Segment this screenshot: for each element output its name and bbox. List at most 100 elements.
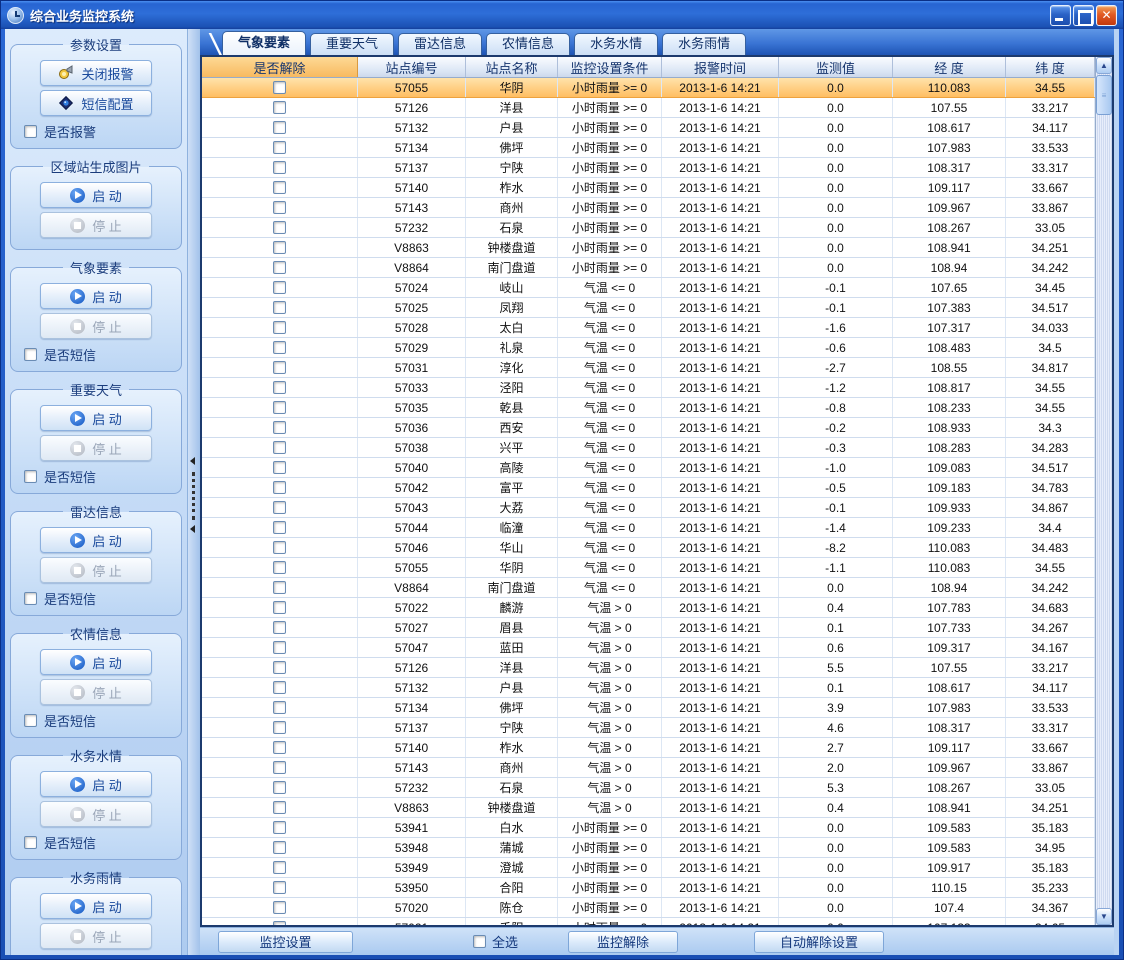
- sms-config-button[interactable]: 短信配置: [40, 90, 152, 116]
- table-row[interactable]: 57029礼泉气温 <= 02013-1-6 14:21-0.6108.4833…: [202, 338, 1095, 358]
- table-row[interactable]: 57143商州气温 > 02013-1-6 14:212.0109.96733.…: [202, 758, 1095, 778]
- column-header[interactable]: 是否解除: [202, 57, 358, 77]
- sidebar-checkbox[interactable]: [24, 836, 37, 849]
- scroll-up-icon[interactable]: ▲: [1096, 57, 1112, 74]
- row-checkbox[interactable]: [273, 141, 286, 154]
- row-checkbox[interactable]: [273, 121, 286, 134]
- tab-4[interactable]: 农情信息: [486, 33, 570, 55]
- table-row[interactable]: 57027眉县气温 > 02013-1-6 14:210.1107.73334.…: [202, 618, 1095, 638]
- table-row[interactable]: V8864南门盘道小时雨量 >= 02013-1-6 14:210.0108.9…: [202, 258, 1095, 278]
- table-row[interactable]: 57132户县气温 > 02013-1-6 14:210.1108.61734.…: [202, 678, 1095, 698]
- sidebar-checkbox[interactable]: [24, 714, 37, 727]
- table-row[interactable]: 57044临潼气温 <= 02013-1-6 14:21-1.4109.2333…: [202, 518, 1095, 538]
- table-row[interactable]: 57126洋县小时雨量 >= 02013-1-6 14:210.0107.553…: [202, 98, 1095, 118]
- start-button[interactable]: 启 动: [40, 771, 152, 797]
- table-row[interactable]: 57047蓝田气温 > 02013-1-6 14:210.6109.31734.…: [202, 638, 1095, 658]
- table-row[interactable]: 53950合阳小时雨量 >= 02013-1-6 14:210.0110.153…: [202, 878, 1095, 898]
- table-row[interactable]: 57126洋县气温 > 02013-1-6 14:215.5107.5533.2…: [202, 658, 1095, 678]
- column-header[interactable]: 监测值: [779, 57, 893, 77]
- sidebar-checkbox[interactable]: [24, 348, 37, 361]
- row-checkbox[interactable]: [273, 921, 286, 925]
- select-all-checkbox[interactable]: [473, 935, 486, 948]
- sidebar-checkbox[interactable]: [24, 592, 37, 605]
- row-checkbox[interactable]: [273, 521, 286, 534]
- table-row[interactable]: 57022麟游气温 > 02013-1-6 14:210.4107.78334.…: [202, 598, 1095, 618]
- row-checkbox[interactable]: [273, 601, 286, 614]
- row-checkbox[interactable]: [273, 621, 286, 634]
- table-row[interactable]: 57055华阴小时雨量 >= 02013-1-6 14:210.0110.083…: [202, 78, 1095, 98]
- vertical-scrollbar[interactable]: ▲ ≡ ▼: [1095, 57, 1112, 925]
- row-checkbox[interactable]: [273, 161, 286, 174]
- table-row[interactable]: 57031淳化气温 <= 02013-1-6 14:21-2.7108.5534…: [202, 358, 1095, 378]
- row-checkbox[interactable]: [273, 761, 286, 774]
- row-checkbox[interactable]: [273, 361, 286, 374]
- row-checkbox[interactable]: [273, 581, 286, 594]
- stop-button[interactable]: 停 止: [40, 679, 152, 705]
- sidebar-checkbox[interactable]: [24, 125, 37, 138]
- table-row[interactable]: 57134佛坪气温 > 02013-1-6 14:213.9107.98333.…: [202, 698, 1095, 718]
- row-checkbox[interactable]: [273, 841, 286, 854]
- table-row[interactable]: 57020陈仓小时雨量 >= 02013-1-6 14:210.0107.434…: [202, 898, 1095, 918]
- table-row[interactable]: 57038兴平气温 <= 02013-1-6 14:21-0.3108.2833…: [202, 438, 1095, 458]
- table-row[interactable]: V8863钟楼盘道小时雨量 >= 02013-1-6 14:210.0108.9…: [202, 238, 1095, 258]
- row-checkbox[interactable]: [273, 481, 286, 494]
- table-row[interactable]: 57043大荔气温 <= 02013-1-6 14:21-0.1109.9333…: [202, 498, 1095, 518]
- table-row[interactable]: 57134佛坪小时雨量 >= 02013-1-6 14:210.0107.983…: [202, 138, 1095, 158]
- scrollbar-thumb[interactable]: ≡: [1096, 75, 1112, 115]
- row-checkbox[interactable]: [273, 501, 286, 514]
- table-row[interactable]: V8863钟楼盘道气温 > 02013-1-6 14:210.4108.9413…: [202, 798, 1095, 818]
- table-row[interactable]: 57137宁陕气温 > 02013-1-6 14:214.6108.31733.…: [202, 718, 1095, 738]
- table-row[interactable]: 57025凤翔气温 <= 02013-1-6 14:21-0.1107.3833…: [202, 298, 1095, 318]
- row-checkbox[interactable]: [273, 741, 286, 754]
- column-header[interactable]: 监控设置条件: [558, 57, 662, 77]
- row-checkbox[interactable]: [273, 381, 286, 394]
- column-header[interactable]: 经 度: [893, 57, 1006, 77]
- row-checkbox[interactable]: [273, 101, 286, 114]
- column-header[interactable]: 站点名称: [466, 57, 558, 77]
- row-checkbox[interactable]: [273, 201, 286, 214]
- table-row[interactable]: 57046华山气温 <= 02013-1-6 14:21-8.2110.0833…: [202, 538, 1095, 558]
- table-row[interactable]: 57036西安气温 <= 02013-1-6 14:21-0.2108.9333…: [202, 418, 1095, 438]
- table-row[interactable]: 57042富平气温 <= 02013-1-6 14:21-0.5109.1833…: [202, 478, 1095, 498]
- stop-button[interactable]: 停 止: [40, 923, 152, 949]
- table-row[interactable]: 53949澄城小时雨量 >= 02013-1-6 14:210.0109.917…: [202, 858, 1095, 878]
- start-button[interactable]: 启 动: [40, 283, 152, 309]
- sidebar-checkbox[interactable]: [24, 470, 37, 483]
- close-button[interactable]: [1096, 5, 1117, 26]
- stop-button[interactable]: 停 止: [40, 212, 152, 238]
- monitor-set-button[interactable]: 监控设置: [218, 931, 353, 953]
- start-button[interactable]: 启 动: [40, 405, 152, 431]
- row-checkbox[interactable]: [273, 341, 286, 354]
- row-checkbox[interactable]: [273, 801, 286, 814]
- stop-button[interactable]: 停 止: [40, 313, 152, 339]
- row-checkbox[interactable]: [273, 661, 286, 674]
- row-checkbox[interactable]: [273, 681, 286, 694]
- row-checkbox[interactable]: [273, 781, 286, 794]
- row-checkbox[interactable]: [273, 81, 286, 94]
- row-checkbox[interactable]: [273, 901, 286, 914]
- row-checkbox[interactable]: [273, 281, 286, 294]
- row-checkbox[interactable]: [273, 721, 286, 734]
- stop-button[interactable]: 停 止: [40, 557, 152, 583]
- table-row[interactable]: 57035乾县气温 <= 02013-1-6 14:21-0.8108.2333…: [202, 398, 1095, 418]
- start-button[interactable]: 启 动: [40, 649, 152, 675]
- row-checkbox[interactable]: [273, 301, 286, 314]
- close-alarm-button[interactable]: 关闭报警: [40, 60, 152, 86]
- table-row[interactable]: 53941白水小时雨量 >= 02013-1-6 14:210.0109.583…: [202, 818, 1095, 838]
- minimize-button[interactable]: [1050, 5, 1071, 26]
- stop-button[interactable]: 停 止: [40, 435, 152, 461]
- row-checkbox[interactable]: [273, 261, 286, 274]
- table-row[interactable]: 57028太白气温 <= 02013-1-6 14:21-1.6107.3173…: [202, 318, 1095, 338]
- row-checkbox[interactable]: [273, 181, 286, 194]
- start-button[interactable]: 启 动: [40, 527, 152, 553]
- tab-2[interactable]: 重要天气: [310, 33, 394, 55]
- start-button[interactable]: 启 动: [40, 182, 152, 208]
- maximize-button[interactable]: [1073, 5, 1094, 26]
- row-checkbox[interactable]: [273, 321, 286, 334]
- row-checkbox[interactable]: [273, 461, 286, 474]
- row-checkbox[interactable]: [273, 641, 286, 654]
- row-checkbox[interactable]: [273, 881, 286, 894]
- monitor-release-button[interactable]: 监控解除: [568, 931, 678, 953]
- collapse-left-icon[interactable]: [190, 457, 195, 465]
- row-checkbox[interactable]: [273, 541, 286, 554]
